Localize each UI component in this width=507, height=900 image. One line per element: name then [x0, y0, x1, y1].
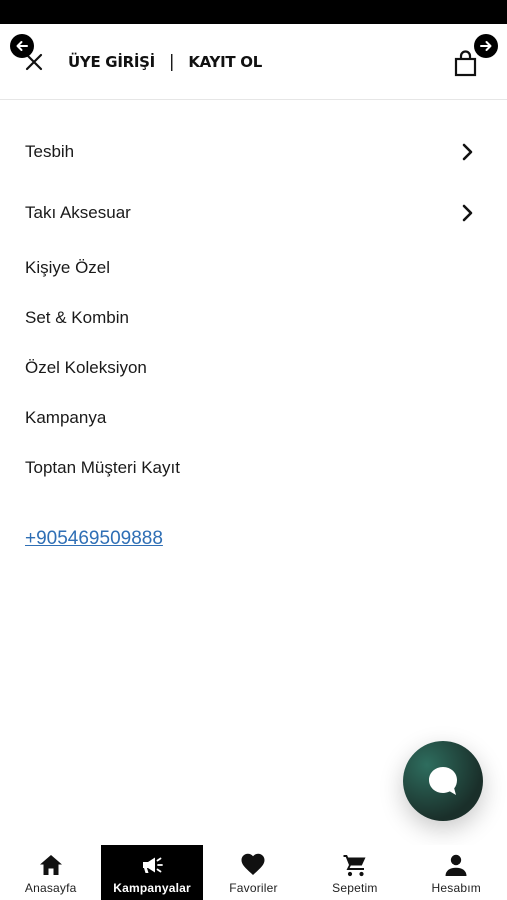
- megaphone-icon: [143, 857, 163, 873]
- menu-item-toptan-musteri-kayit[interactable]: Toptan Müşteri Kayıt: [25, 448, 485, 488]
- chat-bubble-icon: [429, 767, 457, 795]
- cart-icon: [343, 855, 366, 877]
- tab-label: Sepetim: [332, 881, 378, 895]
- tab-label: Kampanyalar: [113, 881, 191, 895]
- tab-hesabim[interactable]: Hesabım: [406, 845, 507, 900]
- chevron-right-icon: [455, 140, 479, 164]
- heart-icon: [241, 853, 265, 875]
- tab-sepetim[interactable]: Sepetim: [304, 845, 405, 900]
- menu-item-tesbih[interactable]: Tesbih: [25, 132, 485, 172]
- tab-kampanyalar[interactable]: Kampanyalar: [101, 845, 203, 900]
- menu-item-label: Set & Kombin: [25, 308, 129, 327]
- tab-label: Anasayfa: [24, 881, 77, 895]
- menu-item-label: Tesbih: [25, 142, 75, 161]
- tab-anasayfa[interactable]: Anasayfa: [0, 845, 101, 900]
- status-bar: [0, 0, 507, 24]
- menu-item-label: Kişiye Özel: [25, 258, 111, 277]
- auth-separator: |: [168, 52, 175, 72]
- login-link[interactable]: ÜYE GİRİŞİ: [68, 53, 155, 71]
- menu-item-label: Kampanya: [25, 408, 107, 427]
- tab-favoriler[interactable]: Favoriler: [203, 845, 304, 900]
- menu-item-taki-aksesuar[interactable]: Takı Aksesuar: [25, 193, 485, 233]
- drawer-header: ÜYE GİRİŞİ | KAYIT OL: [0, 24, 507, 100]
- arrow-right-icon: [480, 41, 492, 51]
- arrow-left-icon: [16, 41, 28, 51]
- menu-item-label: Toptan Müşteri Kayıt: [25, 458, 180, 477]
- auth-links: ÜYE GİRİŞİ | KAYIT OL: [68, 50, 262, 74]
- person-icon: [445, 854, 467, 876]
- menu-item-ozel-koleksiyon[interactable]: Özel Koleksiyon: [25, 348, 485, 388]
- phone-link[interactable]: +905469509888: [25, 528, 163, 550]
- register-link[interactable]: KAYIT OL: [188, 53, 262, 71]
- chat-button[interactable]: [403, 741, 483, 821]
- menu-item-label: Takı Aksesuar: [25, 203, 131, 222]
- bottom-navigation: Anasayfa Kampanyalar Favoriler Sepetim H…: [0, 845, 507, 900]
- tab-label: Hesabım: [431, 881, 481, 895]
- tab-label: Favoriler: [229, 881, 278, 895]
- home-icon: [39, 855, 62, 875]
- menu-item-kampanya[interactable]: Kampanya: [25, 398, 485, 438]
- back-badge[interactable]: [10, 34, 34, 58]
- chevron-right-icon: [455, 201, 479, 225]
- menu-item-label: Özel Koleksiyon: [25, 358, 147, 377]
- forward-badge[interactable]: [474, 34, 498, 58]
- menu-item-kisiye-ozel[interactable]: Kişiye Özel: [25, 248, 485, 288]
- menu-item-set-kombin[interactable]: Set & Kombin: [25, 298, 485, 338]
